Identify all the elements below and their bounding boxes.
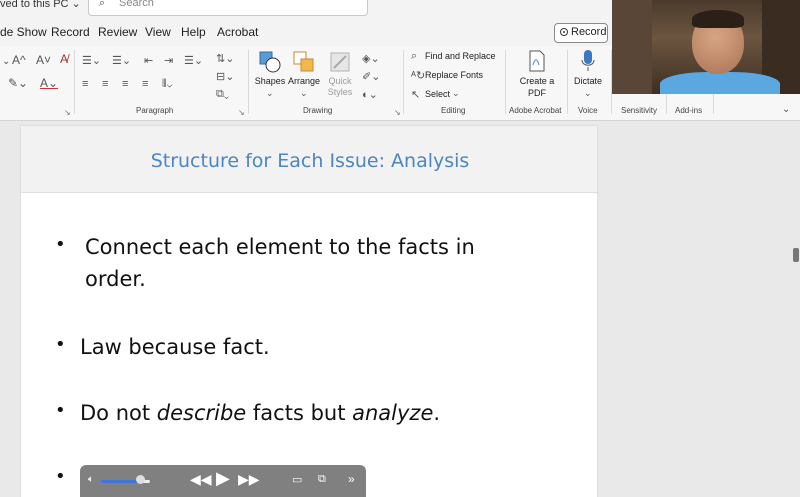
scrollbar-thumb[interactable] [793,248,799,262]
bullet-text[interactable]: Law because fact. [80,331,270,363]
editing-group-label: Editing [441,106,466,115]
bullet-text[interactable]: Do not describe facts but analyze. [80,397,440,429]
divider [505,50,506,114]
replace-fonts-icon: ᴬ↻ [411,70,426,82]
record-button[interactable]: Record [554,23,608,43]
clear-formatting-icon[interactable]: A̸ [60,52,68,66]
justify-icon[interactable]: ≡ [142,78,148,90]
slide-canvas: Structure for Each Issue: Analysis • Con… [0,121,800,497]
volume-slider-fill [100,480,140,483]
save-status[interactable]: ved to this PC ⌄ [0,0,81,10]
chevron-down-icon: ⌄ [584,88,592,98]
presenter-hair [692,10,744,28]
tab-review[interactable]: Review [98,25,137,39]
shape-outline-icon[interactable]: ✐⌄ [362,70,380,83]
decrease-indent-icon[interactable]: ⇤ [144,54,153,67]
highlight-icon[interactable]: ✎⌄ [8,76,28,90]
pip-icon[interactable]: ⧉ [318,473,326,486]
text-direction-icon[interactable]: ⇅⌄ [216,52,234,65]
font-color-icon[interactable]: A⌄ [40,76,58,90]
ribbon-tabs: de Show Record Review View Help Acrobat … [0,18,612,46]
divider [403,50,404,114]
shapes-icon [259,51,281,73]
play-icon[interactable]: ▶ [216,468,230,489]
find-and-replace-label: Find and Replace [425,51,496,61]
background-shelf [612,0,652,94]
chevron-down-icon: ⌄ [452,88,460,98]
pdf-icon [529,50,545,72]
font-dialog-launcher-icon[interactable]: ↘ [64,108,71,117]
grow-font-icon[interactable]: A^ [12,53,26,67]
drawing-dialog-launcher-icon[interactable]: ↘ [394,108,401,117]
columns-icon[interactable]: ⫴⌄ [162,78,173,91]
increase-indent-icon[interactable]: ⇥ [164,54,173,67]
search-icon: ⌕ [99,0,106,9]
arrange-icon [293,51,314,72]
tab-help[interactable]: Help [181,25,206,39]
tab-record[interactable]: Record [51,25,90,39]
shrink-font-icon[interactable]: A˅ [36,53,51,67]
align-left-icon[interactable]: ≡ [82,78,88,90]
slide-title-band: Structure for Each Issue: Analysis [20,125,598,193]
media-player-controls: 🔈︎ ◀◀ ▶ ▶▶ ▭ ⧉ » [80,465,366,497]
create-pdf-label: Create a PDF [519,76,555,98]
collapse-ribbon-icon[interactable]: ⌄ [782,104,790,115]
select-label: Select [425,89,451,99]
bullet-marker: • [55,334,66,355]
adobe-group-label: Adobe Acrobat [509,106,562,115]
bullets-icon[interactable]: ☰⌄ [82,54,101,67]
webcam-video [612,0,800,94]
microphone-icon [581,50,595,71]
bullet-marker: • [55,234,66,255]
font-decrease-icon[interactable]: ⌄ [2,56,10,67]
shape-effects-icon[interactable]: ◐⌄ [362,88,378,101]
bullet-marker: • [55,466,66,487]
search-box[interactable]: ⌕ Search [88,0,368,16]
divider [248,50,249,114]
quick-styles-icon [330,52,350,72]
screen-icon[interactable]: ▭ [292,473,302,486]
shape-fill-icon[interactable]: ◈⌄ [362,52,380,65]
quick-styles-label: Quick Styles [327,76,353,97]
presenter-shirt [660,72,780,94]
slide-title[interactable]: Structure for Each Issue: Analysis [21,150,599,172]
tab-view[interactable]: View [145,25,171,39]
record-icon [560,28,568,36]
chevron-down-icon: ⌄ [300,88,308,98]
tab-acrobat[interactable]: Acrobat [217,25,258,39]
replace-fonts-label: Replace Fonts [425,70,484,80]
dictate-label: Dictate [573,76,602,86]
line-spacing-icon[interactable]: ☰⌄ [184,54,203,67]
cursor-icon: ↖ [411,89,421,101]
slide-body[interactable]: • Connect each element to the facts in o… [20,193,598,497]
voice-group-label: Voice [578,106,598,115]
align-text-icon[interactable]: ⊟⌄ [216,70,234,83]
title-bar: ved to this PC ⌄ ⌕ Search [0,0,612,18]
align-right-icon[interactable]: ≡ [122,78,128,90]
addins-group-label: Add-ins [675,106,703,115]
paragraph-dialog-launcher-icon[interactable]: ↘ [238,108,245,117]
shapes-label: Shapes [254,76,286,86]
arrange-label: Arrange [287,76,321,86]
align-center-icon[interactable]: ≡ [102,78,108,90]
search-placeholder: Search [119,0,154,9]
volume-slider-knob[interactable] [136,475,145,484]
divider [74,50,75,114]
rewind-icon[interactable]: ◀◀ [190,471,212,488]
search-icon: ⌕ [411,50,418,62]
speaker-icon[interactable]: 🔈︎ [88,474,94,485]
bullet-text[interactable]: Connect each element to the facts in ord… [85,231,475,295]
bullet-marker: • [55,400,66,421]
chevron-down-icon: ⌄ [266,88,274,98]
divider [567,50,568,114]
more-icon[interactable]: » [348,472,355,486]
drawing-group-label: Drawing [303,106,333,115]
numbering-icon[interactable]: ☰⌄ [112,54,131,67]
paragraph-group-label: Paragraph [136,106,174,115]
smartart-icon[interactable]: ⧉⌄ [216,88,229,101]
sensitivity-group-label: Sensitivity [621,106,658,115]
tab-slide-show[interactable]: de Show [0,25,47,39]
fast-forward-icon[interactable]: ▶▶ [238,471,260,488]
